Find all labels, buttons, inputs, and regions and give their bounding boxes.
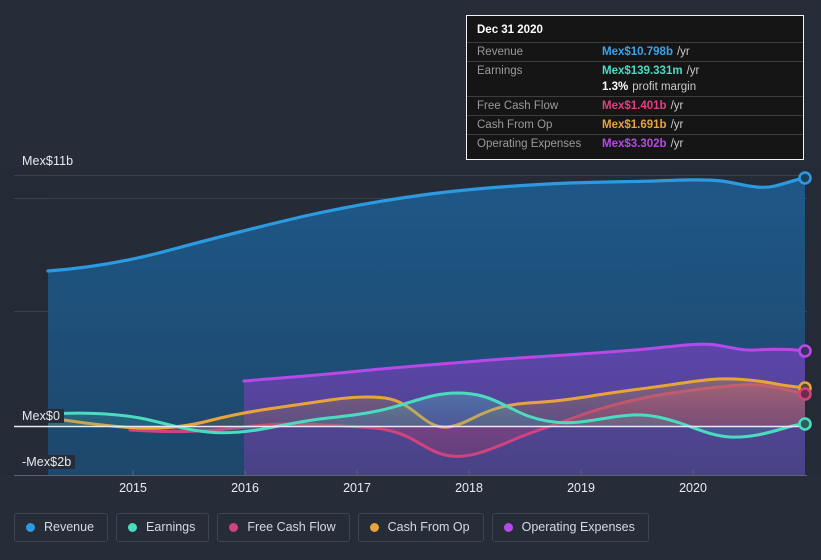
tooltip-row-free-cash-flow: Free Cash Flow Mex$1.401b /yr xyxy=(467,96,803,115)
operating-expenses-endpoint-marker[interactable] xyxy=(798,344,812,358)
tooltip-date: Dec 31 2020 xyxy=(477,24,543,36)
tooltip-value-earnings: Mex$139.331m xyxy=(602,65,683,77)
legend-label-operating-expenses: Operating Expenses xyxy=(521,520,635,534)
tooltip-unit-cash-from-op: /yr xyxy=(670,119,684,131)
x-axis-tick-2019: 2019 xyxy=(567,481,595,495)
free-cash-flow-endpoint-marker[interactable] xyxy=(798,387,812,401)
x-axis-tick-2017: 2017 xyxy=(343,481,371,495)
y-axis-label-max: Mex$11b xyxy=(20,154,78,168)
tooltip-value-revenue: Mex$10.798b xyxy=(602,46,673,58)
tooltip-row-revenue: Revenue Mex$10.798b /yr xyxy=(467,42,803,61)
tooltip-value-operating-expenses: Mex$3.302b xyxy=(602,138,667,150)
tooltip-unit-revenue: /yr xyxy=(676,46,690,58)
cash-from-op-color-dot-icon xyxy=(369,523,379,532)
tooltip-unit-profit-margin: profit margin xyxy=(632,81,697,93)
y-axis-label-min: -Mex$2b xyxy=(20,455,76,469)
tooltip-value-profit-margin: 1.3% xyxy=(602,81,629,93)
earnings-color-dot-icon xyxy=(128,523,138,532)
legend-item-cash-from-op[interactable]: Cash From Op xyxy=(357,513,484,542)
tooltip-label-earnings: Earnings xyxy=(477,65,523,77)
x-axis-tick-2020: 2020 xyxy=(679,481,707,495)
tooltip-label-free-cash-flow: Free Cash Flow xyxy=(477,100,559,112)
chart-tooltip: Dec 31 2020 Revenue Mex$10.798b /yr Earn… xyxy=(466,15,804,160)
legend-label-cash-from-op: Cash From Op xyxy=(387,520,470,534)
x-axis-tick-2016: 2016 xyxy=(231,481,259,495)
tooltip-unit-earnings: /yr xyxy=(686,65,700,77)
free-cash-flow-color-dot-icon xyxy=(229,523,239,532)
legend-label-revenue: Revenue xyxy=(44,520,95,534)
tooltip-row-operating-expenses: Operating Expenses Mex$3.302b /yr xyxy=(467,134,803,153)
legend-item-revenue[interactable]: Revenue xyxy=(14,513,109,542)
legend-label-free-cash-flow: Free Cash Flow xyxy=(247,520,336,534)
tooltip-row-earnings: Earnings Mex$139.331m /yr xyxy=(467,61,803,80)
legend-item-free-cash-flow[interactable]: Free Cash Flow xyxy=(217,513,350,542)
tooltip-label-revenue: Revenue xyxy=(477,46,524,58)
chart-legend: Revenue Earnings Free Cash Flow Cash Fro… xyxy=(14,513,649,542)
legend-label-earnings: Earnings xyxy=(146,520,196,534)
tooltip-unit-operating-expenses: /yr xyxy=(670,138,684,150)
revenue-endpoint-marker[interactable] xyxy=(798,171,812,185)
x-axis-tick-2015: 2015 xyxy=(119,481,147,495)
legend-item-operating-expenses[interactable]: Operating Expenses xyxy=(491,513,649,542)
legend-item-earnings[interactable]: Earnings xyxy=(116,513,210,542)
tooltip-row-profit-margin: 1.3% profit margin xyxy=(467,80,803,96)
tooltip-label-cash-from-op: Cash From Op xyxy=(477,119,553,131)
earnings-endpoint-marker[interactable] xyxy=(798,417,812,431)
revenue-color-dot-icon xyxy=(26,523,35,532)
x-axis-tick-2018: 2018 xyxy=(455,481,483,495)
tooltip-value-free-cash-flow: Mex$1.401b xyxy=(602,100,667,112)
tooltip-label-operating-expenses: Operating Expenses xyxy=(477,138,582,150)
y-axis-label-zero: Mex$0 xyxy=(20,409,65,423)
tooltip-unit-free-cash-flow: /yr xyxy=(670,100,684,112)
operating-expenses-color-dot-icon xyxy=(503,523,513,532)
tooltip-row-cash-from-op: Cash From Op Mex$1.691b /yr xyxy=(467,115,803,134)
tooltip-value-cash-from-op: Mex$1.691b xyxy=(602,119,667,131)
chart-screenshot: Mex$11b Mex$0 -Mex$2b 2015 2016 2017 201… xyxy=(0,0,821,560)
